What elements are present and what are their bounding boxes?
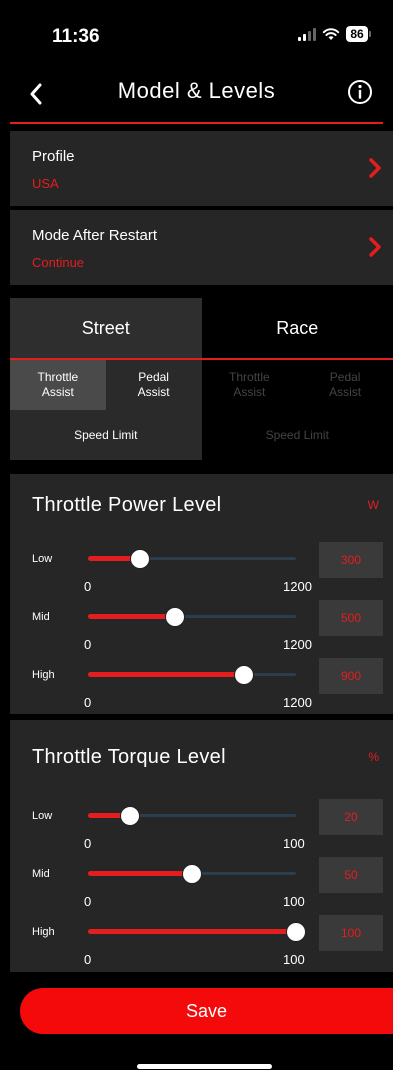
torque-slider-low: Low 0 100 20 [10, 799, 393, 857]
home-indicator [137, 1064, 272, 1069]
assist-sub-tabs: Throttle Assist Pedal Assist Throttle Assis… [10, 360, 393, 410]
battery-level: 86 [346, 26, 368, 42]
tab-street-pedal-assist[interactable]: Pedal Assist [105, 360, 202, 410]
torque-slider-mid: Mid 0 100 50 [10, 857, 393, 915]
power-slider-high: High 0 1200 900 [10, 658, 393, 716]
slider-value-field[interactable]: 900 [319, 658, 383, 694]
slider-track[interactable] [88, 665, 296, 685]
slider-min: 0 [84, 894, 92, 909]
save-button[interactable]: Save [20, 988, 393, 1034]
slider-thumb[interactable] [182, 864, 202, 884]
unit-label: W [367, 498, 379, 512]
slider-thumb[interactable] [286, 922, 306, 942]
tab-street[interactable]: Street [10, 298, 202, 358]
throttle-torque-panel: Throttle Torque Level % Low 0 100 20 Mid… [10, 720, 393, 972]
slider-max: 1200 [283, 695, 312, 710]
slider-thumb[interactable] [130, 549, 150, 569]
panel-title: Throttle Torque Level [32, 746, 226, 768]
slider-track[interactable] [88, 549, 296, 569]
tab-street-speed-limit[interactable]: Speed Limit [10, 410, 202, 460]
slider-track[interactable] [88, 607, 296, 627]
slider-fill [88, 614, 175, 619]
status-icons: 86 [298, 26, 371, 42]
slider-value-field[interactable]: 50 [319, 857, 383, 893]
slider-label: Mid [32, 611, 50, 623]
slider-min: 0 [84, 695, 92, 710]
sub-tab-line2: Assist [329, 385, 362, 399]
slider-thumb[interactable] [234, 665, 254, 685]
sub-tab-line2: Assist [137, 385, 170, 399]
throttle-power-panel: Throttle Power Level W Low 0 1200 300 Mi… [10, 474, 393, 714]
profile-row[interactable]: Profile USA [10, 131, 393, 206]
torque-slider-high: High 0 100 100 [10, 915, 393, 973]
slider-max: 100 [283, 894, 305, 909]
slider-max: 100 [283, 952, 305, 967]
slider-fill [88, 929, 296, 934]
slider-value-field[interactable]: 20 [319, 799, 383, 835]
sub-tab-line1: Pedal [138, 370, 169, 384]
info-icon[interactable] [345, 77, 375, 107]
mode-after-restart-value: Continue [32, 255, 85, 270]
tab-race-speed-limit[interactable]: Speed Limit [201, 410, 393, 460]
slider-max: 1200 [283, 637, 312, 652]
slider-track[interactable] [88, 922, 306, 942]
profile-label: Profile [32, 148, 75, 165]
slider-value-field[interactable]: 500 [319, 600, 383, 636]
header-divider [10, 122, 383, 124]
slider-label: High [32, 669, 55, 681]
nav-bar: Model & Levels [0, 70, 393, 122]
wifi-icon [322, 28, 340, 40]
back-button[interactable] [20, 78, 52, 110]
slider-thumb[interactable] [164, 607, 185, 627]
mode-after-restart-label: Mode After Restart [32, 227, 158, 244]
chevron-right-icon [369, 158, 381, 178]
signal-icon [298, 27, 316, 41]
power-slider-low: Low 0 1200 300 [10, 542, 393, 600]
sub-tab-line1: Pedal [329, 370, 361, 384]
status-time: 11:36 [52, 26, 100, 47]
power-slider-mid: Mid 0 1200 500 [10, 600, 393, 658]
profile-value: USA [32, 176, 59, 191]
tab-street-throttle-assist[interactable]: Throttle Assist [10, 360, 106, 410]
mode-tabs: Street Race [10, 298, 393, 358]
slider-max: 1200 [283, 579, 312, 594]
slider-track[interactable] [88, 864, 296, 884]
slider-fill [88, 672, 244, 677]
slider-value-field[interactable]: 100 [319, 915, 383, 951]
speed-limit-tabs: Speed Limit Speed Limit [10, 410, 393, 460]
unit-label: % [368, 750, 379, 764]
chevron-left-icon [30, 83, 42, 105]
panel-title: Throttle Power Level [32, 494, 222, 516]
battery-icon: 86 [346, 26, 371, 42]
tab-race-throttle-assist[interactable]: Throttle Assist [201, 360, 298, 410]
tab-race-pedal-assist[interactable]: Pedal Assist [297, 360, 393, 410]
slider-track[interactable] [88, 806, 296, 826]
slider-min: 0 [84, 952, 92, 967]
sub-tab-line2: Assist [233, 385, 266, 399]
slider-thumb[interactable] [119, 806, 140, 826]
slider-min: 0 [84, 637, 92, 652]
chevron-right-icon [369, 237, 381, 257]
slider-min: 0 [84, 836, 92, 851]
slider-fill [88, 871, 192, 876]
tab-race[interactable]: Race [201, 298, 393, 358]
sub-tab-line1: Throttle [37, 370, 79, 384]
slider-min: 0 [84, 579, 92, 594]
status-bar: 11:36 86 [0, 0, 393, 70]
page-title: Model & Levels [117, 78, 276, 103]
sub-tab-line2: Assist [41, 385, 74, 399]
slider-label: Mid [32, 868, 50, 880]
slider-max: 100 [283, 836, 305, 851]
slider-value-field[interactable]: 300 [319, 542, 383, 578]
slider-label: High [32, 926, 55, 938]
sub-tab-line1: Throttle [229, 370, 270, 384]
slider-label: Low [32, 810, 53, 822]
slider-label: Low [32, 553, 53, 565]
mode-after-restart-row[interactable]: Mode After Restart Continue [10, 210, 393, 285]
